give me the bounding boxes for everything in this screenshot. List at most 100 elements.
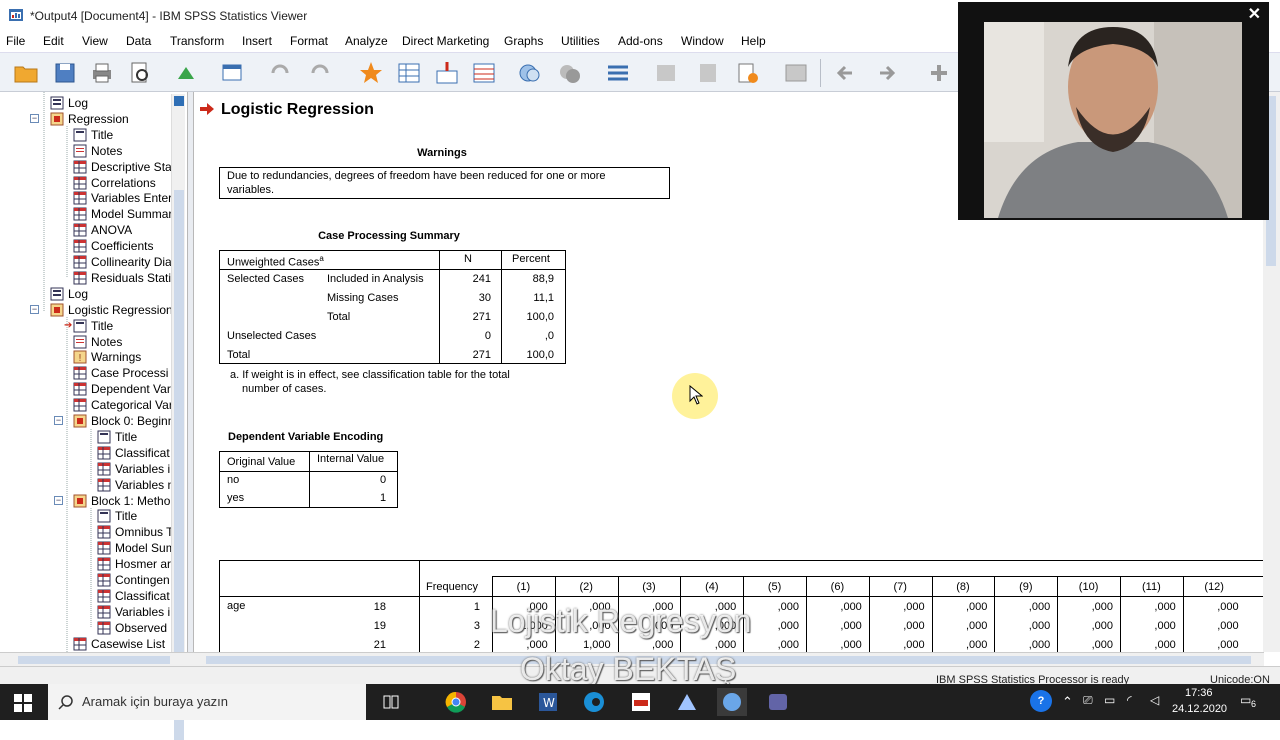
outline-scrollbar[interactable] — [171, 94, 185, 740]
outline-item[interactable]: Variables i — [97, 461, 170, 477]
designate-window-icon[interactable] — [652, 59, 680, 87]
app-icon-1[interactable] — [626, 688, 656, 716]
clock-time[interactable]: 17:36 — [1185, 687, 1213, 699]
save-icon[interactable] — [51, 59, 79, 87]
outline-item[interactable]: Observed — [97, 620, 167, 636]
expand-plus-icon[interactable] — [925, 59, 953, 87]
outline-item[interactable]: Dependent Var — [73, 381, 171, 397]
outline-item[interactable]: ! Warnings — [73, 349, 141, 365]
table-icon — [73, 366, 87, 380]
script-icon[interactable] — [734, 59, 762, 87]
recall-dialog-icon[interactable] — [218, 59, 246, 87]
menu-transform[interactable]: Transform — [170, 34, 224, 48]
show-all-icon[interactable] — [694, 59, 722, 87]
taskbar-search[interactable]: Aramak için buraya yazın — [48, 684, 366, 720]
outline-item[interactable]: Descriptive Stat — [73, 159, 175, 175]
menu-insert[interactable]: Insert — [242, 34, 272, 48]
outline-item[interactable]: Contingen — [97, 572, 170, 588]
file-explorer-icon[interactable] — [487, 688, 517, 716]
print-preview-icon[interactable] — [126, 59, 154, 87]
spss-taskbar-icon[interactable] — [717, 688, 747, 716]
outline-item[interactable]: Classificat — [97, 445, 170, 461]
tray-chevron-icon[interactable]: ⌃ — [1062, 694, 1073, 710]
menu-direct-marketing[interactable]: Direct Marketing — [402, 34, 489, 48]
open-folder-icon[interactable] — [12, 59, 40, 87]
redo-icon[interactable] — [306, 59, 334, 87]
edge-icon[interactable] — [579, 688, 609, 716]
outline-item[interactable]: Coefficients — [73, 238, 153, 254]
wifi-icon[interactable]: ◜ — [1127, 693, 1132, 707]
outline-item[interactable]: Title — [97, 508, 137, 524]
menu-utilities[interactable]: Utilities — [561, 34, 600, 48]
menu-analyze[interactable]: Analyze — [345, 34, 388, 48]
menu-data[interactable]: Data — [126, 34, 151, 48]
insert-variable-icon[interactable] — [433, 59, 461, 87]
outline-item[interactable]: Log — [50, 286, 88, 302]
goto-data-icon[interactable] — [357, 59, 385, 87]
outline-item[interactable]: Notes — [73, 143, 122, 159]
outline-item[interactable]: Case Processi — [73, 365, 168, 381]
variables-icon[interactable] — [470, 59, 498, 87]
outline-item[interactable]: ANOVA — [73, 222, 132, 238]
app-icon-2[interactable] — [672, 688, 702, 716]
outline-item[interactable]: Omnibus T — [97, 524, 173, 540]
outline-item[interactable]: Title — [73, 318, 113, 334]
close-icon[interactable]: ✕ — [1248, 4, 1261, 24]
select-cases-icon[interactable] — [516, 59, 544, 87]
outline-item[interactable]: Title — [97, 429, 137, 445]
outline-item[interactable]: Model Summar — [73, 206, 172, 222]
notification-icon[interactable]: ▭ — [1240, 693, 1251, 707]
goto-case-icon[interactable] — [395, 59, 423, 87]
export-icon[interactable] — [172, 59, 200, 87]
outline-item[interactable]: Classificat — [97, 588, 170, 604]
clock-date[interactable]: 24.12.2020 — [1172, 703, 1227, 715]
menu-edit[interactable]: Edit — [43, 34, 64, 48]
weight-cases-icon[interactable] — [556, 59, 584, 87]
menu-format[interactable]: Format — [290, 34, 328, 48]
chrome-icon[interactable] — [441, 688, 471, 716]
tree-collapse-toggle-icon[interactable]: − — [54, 495, 63, 505]
arrow-right-icon[interactable] — [872, 59, 900, 87]
volume-icon[interactable]: ◁ — [1150, 693, 1159, 707]
outline-item[interactable]: Variables i — [97, 604, 170, 620]
value-labels-icon[interactable] — [604, 59, 632, 87]
windows-start-icon[interactable] — [14, 694, 32, 712]
teams-icon[interactable] — [763, 688, 793, 716]
arrow-left-icon[interactable] — [832, 59, 860, 87]
undo-icon[interactable] — [266, 59, 294, 87]
hide-icon[interactable] — [782, 59, 810, 87]
outline-item[interactable]: Model Sum — [97, 540, 176, 556]
tray-app-icon[interactable]: ⎚ — [1083, 693, 1093, 708]
outline-item[interactable]: Variables Enter — [73, 190, 172, 206]
menu-view[interactable]: View — [82, 34, 108, 48]
menu-file[interactable]: File — [6, 34, 25, 48]
outline-item[interactable]: Title — [73, 127, 113, 143]
menu-help[interactable]: Help — [741, 34, 766, 48]
outline-item[interactable]: Block 0: Beginn — [73, 413, 174, 429]
tree-collapse-toggle-icon[interactable]: − — [54, 416, 63, 425]
menu-graphs[interactable]: Graphs — [504, 34, 543, 48]
outline-item[interactable]: Block 1: Metho — [73, 493, 170, 509]
outline-item[interactable]: Variables n — [97, 477, 174, 493]
tree-collapse-toggle-icon[interactable]: − — [30, 113, 39, 123]
outline-item[interactable]: Logistic Regression — [50, 302, 173, 318]
outline-item[interactable]: Regression — [50, 111, 129, 127]
outline-item-label: Descriptive Stat — [91, 159, 176, 174]
outline-item[interactable]: Casewise List — [73, 636, 165, 652]
battery-icon[interactable]: ▭ — [1104, 693, 1115, 707]
outline-item[interactable]: Categorical Var — [73, 397, 173, 413]
book-icon — [73, 494, 87, 507]
task-view-icon[interactable] — [376, 688, 406, 716]
outline-item[interactable]: Residuals Stati — [73, 270, 171, 286]
outline-item[interactable]: Correlations — [73, 175, 156, 191]
outline-item[interactable]: Hosmer ar — [97, 556, 171, 572]
print-icon[interactable] — [88, 59, 116, 87]
word-icon[interactable]: W — [533, 688, 563, 716]
outline-item[interactable]: Notes — [73, 334, 122, 350]
menu-window[interactable]: Window — [681, 34, 724, 48]
outline-item[interactable]: Log — [50, 95, 88, 111]
menu-add-ons[interactable]: Add-ons — [618, 34, 663, 48]
help-icon[interactable]: ? — [1030, 690, 1052, 712]
tree-collapse-toggle-icon[interactable]: − — [30, 304, 39, 314]
outline-item[interactable]: Collinearity Dia — [73, 254, 172, 270]
